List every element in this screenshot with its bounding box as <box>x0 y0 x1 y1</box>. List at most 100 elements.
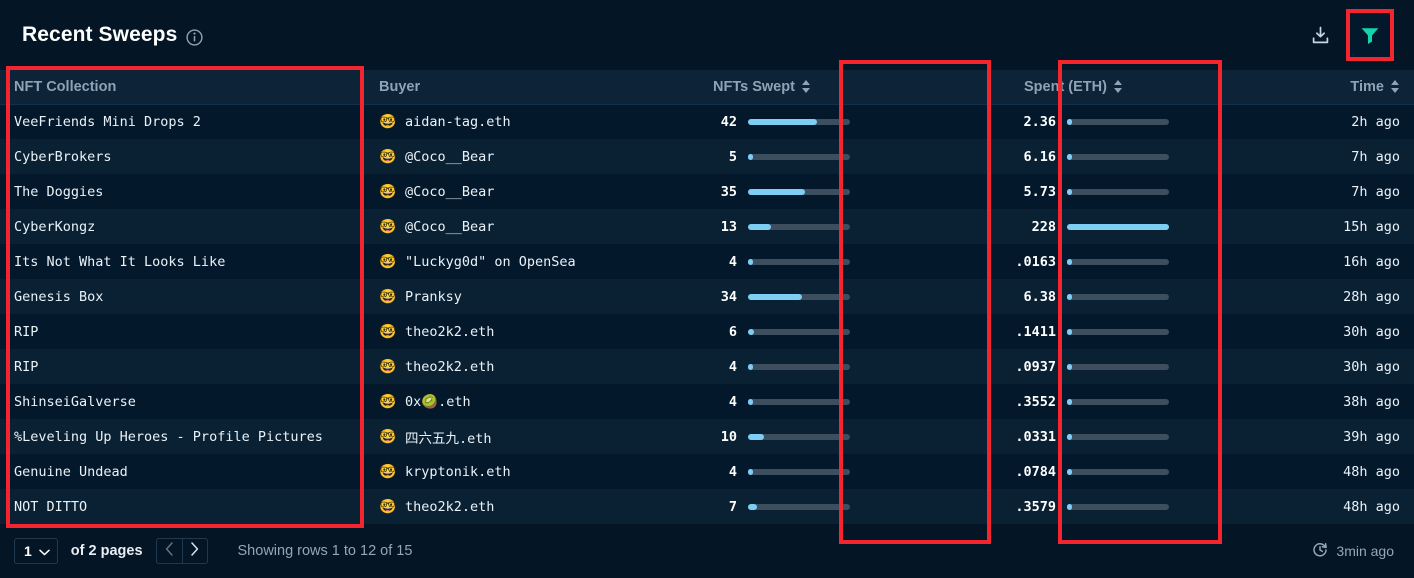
cell-nfts-swept: 10 <box>675 419 950 454</box>
sort-arrows-icon[interactable] <box>1390 79 1400 94</box>
table-head: NFT Collection Buyer NFTs Swept Spent (E… <box>0 70 1414 105</box>
nfts-swept-value: 6 <box>728 323 737 340</box>
spent-eth-bar <box>1067 153 1169 160</box>
cell-spent-eth: 6.16 <box>950 139 1230 174</box>
download-icon[interactable] <box>1308 23 1332 47</box>
cell-time: 7h ago <box>1230 139 1414 174</box>
cell-collection: RIP <box>0 314 365 349</box>
nfts-swept-bar <box>748 363 850 370</box>
spent-eth-bar <box>1067 328 1169 335</box>
cell-time: 2h ago <box>1230 104 1414 139</box>
cell-nfts-swept: 4 <box>675 349 950 384</box>
buyer-name: @Coco__Bear <box>405 218 495 235</box>
prev-page-button[interactable] <box>157 539 182 563</box>
page-select-value: 1 <box>24 543 32 559</box>
cell-buyer: 🤓 kryptonik.eth <box>365 454 675 489</box>
spent-eth-bar <box>1067 258 1169 265</box>
table-row[interactable]: ShinseiGalverse 🤓 0x🥝.eth 4 .3552 38h ago <box>0 384 1414 419</box>
cell-spent-eth: 2.36 <box>950 104 1230 139</box>
avatar: 🤓 <box>379 218 397 234</box>
time-value: 38h ago <box>1343 394 1400 410</box>
cell-time: 28h ago <box>1230 279 1414 314</box>
page-arrow-group <box>155 538 208 564</box>
pagination-controls: 1 of 2 pages Showing rows 1 to 12 of 15 <box>14 538 412 564</box>
column-header-buyer[interactable]: Buyer <box>365 70 675 105</box>
cell-collection: CyberBrokers <box>0 139 365 174</box>
last-refreshed-label: 3min ago <box>1336 543 1394 559</box>
time-value: 30h ago <box>1343 359 1400 375</box>
cell-spent-eth: 5.73 <box>950 174 1230 209</box>
column-header-nfts-swept[interactable]: NFTs Swept <box>675 70 950 105</box>
info-icon[interactable] <box>186 28 203 46</box>
table-row[interactable]: Genesis Box 🤓 Pranksy 34 6.38 28h ago <box>0 279 1414 314</box>
cell-buyer: 🤓 aidan-tag.eth <box>365 104 675 139</box>
spent-eth-value: .0331 <box>1015 428 1056 445</box>
cell-nfts-swept: 42 <box>675 104 950 139</box>
spent-eth-value: 6.38 <box>1023 288 1056 305</box>
sort-arrows-icon[interactable] <box>801 79 811 94</box>
table-row[interactable]: CyberBrokers 🤓 @Coco__Bear 5 6.16 7h ago <box>0 139 1414 174</box>
table-row[interactable]: Its Not What It Looks Like 🤓 "Luckyg0d" on… <box>0 244 1414 279</box>
time-value: 7h ago <box>1351 149 1400 165</box>
time-value: 16h ago <box>1343 254 1400 270</box>
spent-eth-bar <box>1067 293 1169 300</box>
refresh-clock-icon <box>1312 542 1328 561</box>
time-value: 2h ago <box>1351 114 1400 131</box>
spent-eth-value: .0784 <box>1015 463 1056 480</box>
spent-eth-bar <box>1067 363 1169 370</box>
collection-name: Genuine Undead <box>14 464 128 480</box>
cell-time: 48h ago <box>1230 489 1414 524</box>
cell-time: 30h ago <box>1230 349 1414 384</box>
table-row[interactable]: The Doggies 🤓 @Coco__Bear 35 5.73 7h ago <box>0 174 1414 209</box>
table-body: VeeFriends Mini Drops 2 🤓 aidan-tag.eth 42 2… <box>0 104 1414 524</box>
collection-name: Its Not What It Looks Like <box>14 254 226 270</box>
buyer-name: theo2k2.eth <box>405 358 495 375</box>
page-title: Recent Sweeps <box>22 23 178 46</box>
nfts-swept-bar <box>748 258 850 265</box>
nfts-swept-bar <box>748 503 850 510</box>
column-header-collection[interactable]: NFT Collection <box>0 70 365 105</box>
cell-collection: ShinseiGalverse <box>0 384 365 419</box>
header-actions <box>1308 9 1394 61</box>
table-row[interactable]: CyberKongz 🤓 @Coco__Bear 13 228 15h ago <box>0 209 1414 244</box>
showing-rows-label: Showing rows 1 to 12 of 15 <box>237 543 413 559</box>
page-select[interactable]: 1 <box>14 538 58 564</box>
cell-time: 38h ago <box>1230 384 1414 419</box>
buyer-name: theo2k2.eth <box>405 498 495 515</box>
nfts-swept-value: 4 <box>728 463 737 480</box>
table-row[interactable]: RIP 🤓 theo2k2.eth 6 .1411 30h ago <box>0 314 1414 349</box>
buyer-name: @Coco__Bear <box>405 183 495 200</box>
time-value: 30h ago <box>1343 324 1400 340</box>
nfts-swept-bar <box>748 118 850 125</box>
table-row[interactable]: %Leveling Up Heroes - Profile Pictures 🤓 四… <box>0 419 1414 454</box>
chevron-down-icon <box>39 543 50 559</box>
cell-nfts-swept: 4 <box>675 384 950 419</box>
recent-sweeps-panel: Recent Sweeps NFT Collection Buyer NFTs … <box>0 0 1414 578</box>
spent-eth-value: .3552 <box>1015 393 1056 410</box>
last-refreshed: 3min ago <box>1312 542 1394 561</box>
next-page-button[interactable] <box>181 539 207 563</box>
collection-name: Genesis Box <box>14 289 104 305</box>
nfts-swept-bar <box>748 188 850 195</box>
sort-arrows-icon[interactable] <box>1113 79 1123 94</box>
cell-buyer: 🤓 0x🥝.eth <box>365 384 675 419</box>
table-header-row: NFT Collection Buyer NFTs Swept Spent (E… <box>0 70 1414 105</box>
table-row[interactable]: NOT DITTO 🤓 theo2k2.eth 7 .3579 48h ago <box>0 489 1414 524</box>
table-row[interactable]: Genuine Undead 🤓 kryptonik.eth 4 .0784 48h ag… <box>0 454 1414 489</box>
recent-sweeps-table: NFT Collection Buyer NFTs Swept Spent (E… <box>0 70 1414 524</box>
table-row[interactable]: VeeFriends Mini Drops 2 🤓 aidan-tag.eth 42 2… <box>0 104 1414 139</box>
nfts-swept-value: 42 <box>720 113 737 130</box>
cell-buyer: 🤓 四六五九.eth <box>365 419 675 454</box>
chevron-right-icon <box>190 541 199 561</box>
nfts-swept-value: 7 <box>728 498 737 515</box>
cell-nfts-swept: 7 <box>675 489 950 524</box>
buyer-name: @Coco__Bear <box>405 148 495 165</box>
buyer-name: 0x🥝.eth <box>405 393 471 410</box>
column-header-spent-eth[interactable]: Spent (ETH) <box>950 70 1230 105</box>
spent-eth-value: 2.36 <box>1023 113 1056 130</box>
chevron-left-icon <box>165 541 174 561</box>
table-row[interactable]: RIP 🤓 theo2k2.eth 4 .0937 30h ago <box>0 349 1414 384</box>
cell-time: 15h ago <box>1230 209 1414 244</box>
column-header-time[interactable]: Time <box>1230 70 1414 105</box>
filter-icon[interactable] <box>1358 23 1382 47</box>
